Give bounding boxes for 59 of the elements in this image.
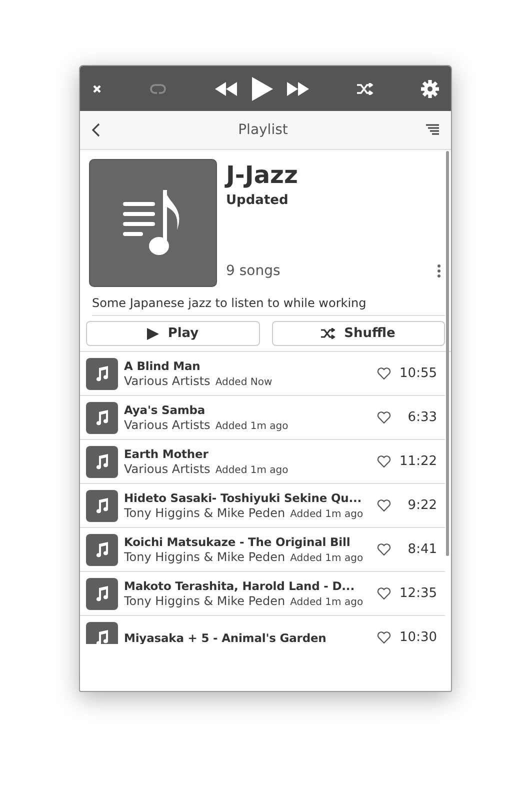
music-note-icon bbox=[95, 586, 109, 602]
shuffle-button[interactable]: Shuffle bbox=[272, 321, 445, 346]
song-artist: Tony Higgins & Mike Peden bbox=[124, 506, 286, 520]
heart-icon[interactable] bbox=[377, 499, 391, 512]
added-time: Added 1m ago bbox=[290, 597, 364, 608]
heart-icon[interactable] bbox=[377, 543, 391, 556]
music-note-icon bbox=[95, 498, 109, 514]
song-duration: 10:55 bbox=[398, 366, 437, 381]
song-title: Aya's Samba bbox=[124, 403, 206, 417]
music-note-icon bbox=[95, 542, 109, 558]
song-duration: 6:33 bbox=[406, 410, 437, 425]
music-note-icon bbox=[95, 366, 109, 382]
song-title: A Blind Man bbox=[124, 359, 202, 373]
music-note-icon bbox=[95, 630, 109, 644]
heart-icon[interactable] bbox=[377, 631, 391, 644]
playlist-name: J-Jazz bbox=[226, 160, 299, 191]
added-time: Added Now bbox=[215, 377, 272, 388]
play-icon bbox=[146, 328, 159, 340]
heart-icon[interactable] bbox=[377, 587, 391, 600]
scrollbar[interactable] bbox=[446, 151, 449, 556]
music-note-icon bbox=[95, 410, 109, 426]
song-artist: Tony Higgins & Mike Peden bbox=[124, 550, 286, 564]
heart-icon[interactable] bbox=[377, 367, 391, 380]
settings-icon[interactable] bbox=[421, 80, 439, 98]
added-time: Added 1m ago bbox=[290, 509, 364, 520]
song-artist: Various Artists bbox=[124, 374, 210, 388]
heart-icon[interactable] bbox=[377, 455, 391, 468]
song-count: 9 songs bbox=[226, 263, 280, 279]
fast-forward-icon[interactable] bbox=[286, 82, 308, 96]
song-duration: 8:41 bbox=[406, 542, 437, 557]
rewind-icon[interactable] bbox=[214, 82, 236, 96]
song-artist: Various Artists bbox=[124, 462, 210, 476]
added-time: Added 1m ago bbox=[290, 553, 364, 564]
song-duration: 11:22 bbox=[398, 454, 437, 469]
close-icon[interactable] bbox=[92, 84, 102, 94]
more-options-icon[interactable] bbox=[437, 264, 441, 278]
shuffle-icon bbox=[321, 328, 336, 339]
song-title: Hideto Sasaki- Toshiyuki Sekine Qu... bbox=[124, 491, 363, 505]
playlist-description: Some Japanese jazz to listen to while working bbox=[92, 296, 445, 316]
song-title: Miyasaka + 5 - Animal's Garden bbox=[124, 630, 328, 644]
play-button[interactable]: Play bbox=[86, 321, 260, 346]
song-duration: 9:22 bbox=[406, 498, 437, 513]
shuffle-icon[interactable] bbox=[356, 82, 373, 94]
music-note-icon bbox=[95, 454, 109, 470]
song-artist: Various Artists bbox=[124, 418, 210, 432]
added-time: Added 1m ago bbox=[215, 465, 288, 476]
song-title: Koichi Matsukaze - The Original Bill bbox=[124, 535, 352, 549]
back-icon[interactable] bbox=[92, 123, 100, 137]
added-time: Added 1m ago bbox=[215, 421, 288, 432]
play-icon[interactable] bbox=[250, 76, 272, 100]
song-duration: 12:35 bbox=[398, 586, 437, 601]
playlist-status: Updated bbox=[226, 193, 290, 208]
header-title: Playlist bbox=[238, 122, 288, 138]
sort-icon[interactable] bbox=[426, 124, 439, 136]
song-artist: Tony Higgins & Mike Peden bbox=[124, 594, 286, 608]
song-title: Makoto Terashita, Harold Land - D... bbox=[124, 579, 356, 593]
song-duration: 10:30 bbox=[398, 630, 437, 644]
song-title: Earth Mother bbox=[124, 447, 210, 461]
heart-icon[interactable] bbox=[377, 411, 391, 424]
